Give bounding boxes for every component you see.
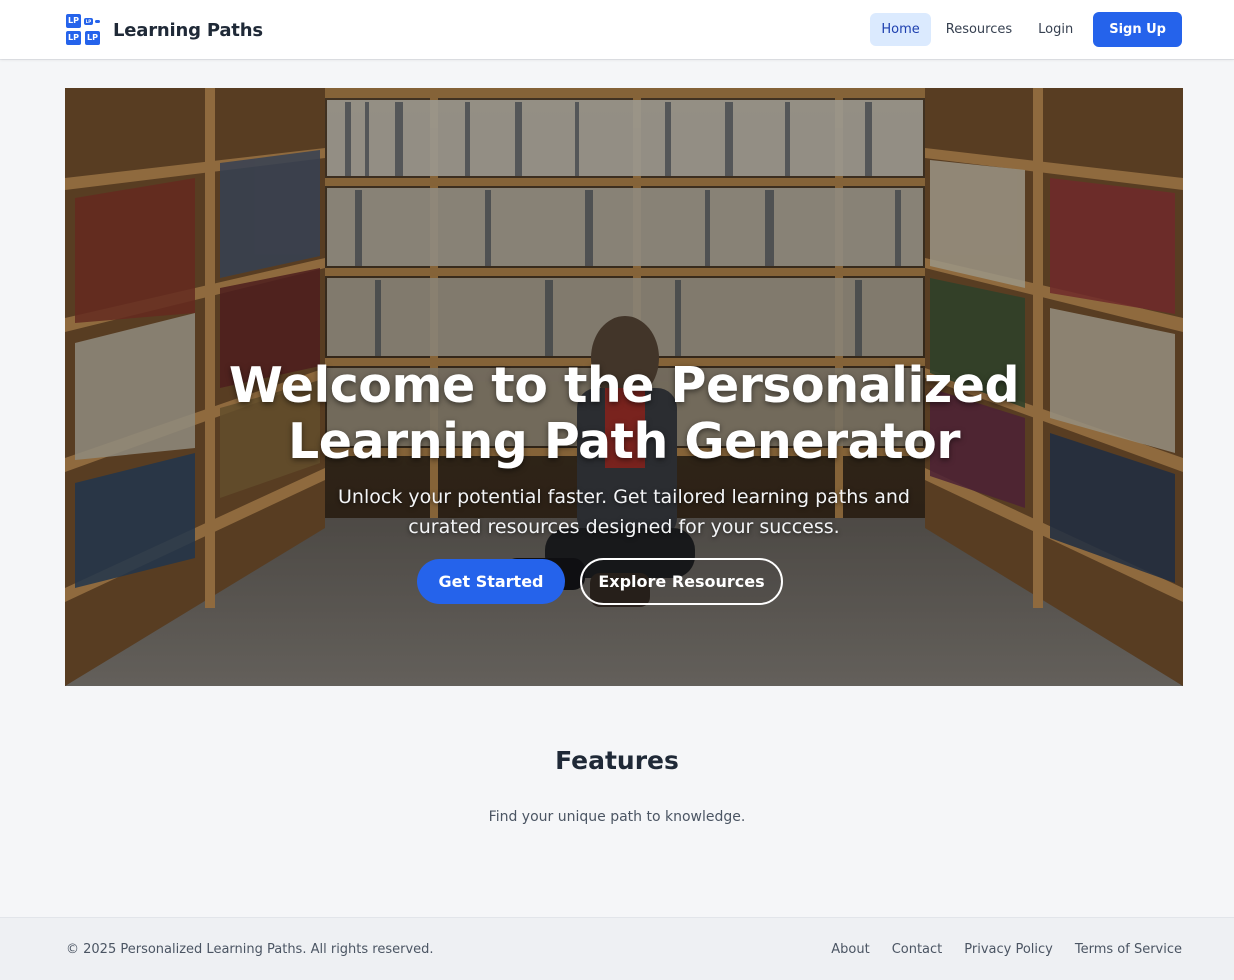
footer-link-contact[interactable]: Contact — [892, 942, 943, 957]
footer-link-about[interactable]: About — [831, 942, 869, 957]
footer-links: About Contact Privacy Policy Terms of Se… — [809, 942, 1182, 957]
nav-resources-link[interactable]: Resources — [935, 13, 1023, 46]
hero-subtitle: Unlock your potential faster. Get tailor… — [338, 486, 910, 538]
top-navbar: LP LP LP LP Learning Paths Home Resource… — [0, 0, 1234, 59]
hero-cta-group: Get Started Explore Resources — [65, 558, 1183, 605]
brand-logo-link[interactable]: LP LP LP LP Learning Paths — [66, 14, 263, 46]
footer-link-privacy-policy[interactable]: Privacy Policy — [964, 942, 1053, 957]
nav-home-link[interactable]: Home — [870, 13, 931, 46]
logo-tile: LP — [84, 18, 93, 25]
logo-tile: LP — [66, 14, 81, 28]
page-footer: © 2025 Personalized Learning Paths. All … — [0, 917, 1234, 980]
footer-link-terms-of-service[interactable]: Terms of Service — [1075, 942, 1182, 957]
logo-tile — [95, 20, 100, 23]
hero-section: Welcome to the Personalized Learning Pat… — [65, 88, 1183, 686]
explore-resources-button[interactable]: Explore Resources — [580, 558, 783, 605]
lp-logo-icon: LP LP LP LP — [66, 14, 100, 46]
brand-name: Learning Paths — [113, 19, 263, 41]
main-nav: Home Resources Login Sign Up — [866, 12, 1182, 47]
get-started-button[interactable]: Get Started — [417, 559, 565, 604]
hero-title: Welcome to the Personalized Learning Pat… — [228, 357, 1020, 470]
logo-tile: LP — [66, 31, 81, 45]
sign-up-button[interactable]: Sign Up — [1093, 12, 1182, 47]
copyright-text: © 2025 Personalized Learning Paths. All … — [66, 942, 434, 957]
features-subheading: Find your unique path to knowledge. — [488, 809, 746, 825]
logo-tile: LP — [85, 31, 100, 45]
features-heading: Features — [555, 746, 679, 775]
nav-login-link[interactable]: Login — [1027, 13, 1084, 46]
